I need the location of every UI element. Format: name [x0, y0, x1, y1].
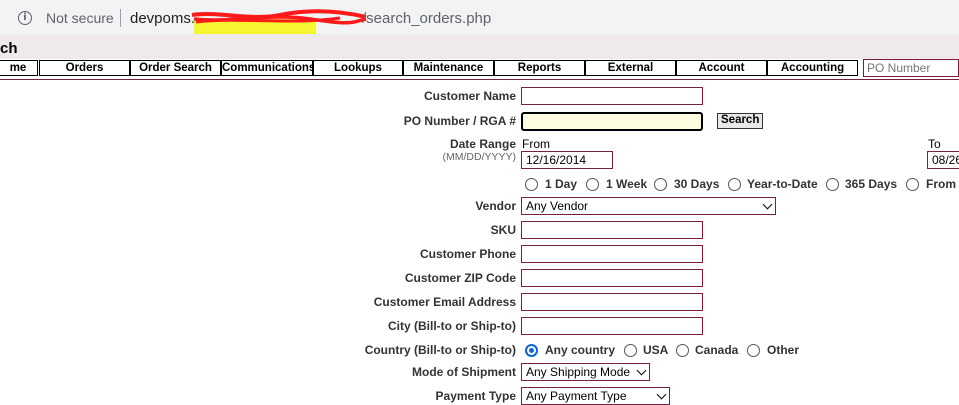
customer-name-label: Customer Name	[423, 89, 516, 103]
customer-zip-label: Customer ZIP Code	[404, 271, 516, 285]
nav-item-reports[interactable]: Reports	[494, 60, 585, 76]
page-header	[0, 34, 959, 59]
range-option-label: 30 Days	[674, 177, 720, 191]
url-host: devpoms.	[130, 10, 196, 27]
country-any-radio[interactable]	[525, 344, 538, 357]
red-redaction-scribble	[191, 9, 367, 25]
browser-toolbar: i Not secure devpoms. /search_orders.php	[0, 0, 959, 41]
payment-type-value: Any Payment Type	[526, 389, 627, 403]
customer-email-input[interactable]	[521, 293, 703, 311]
not-secure-label: Not secure	[46, 10, 114, 26]
country-label: Country (Bill-to or Ship-to)	[364, 343, 516, 357]
country-option-label: Canada	[695, 343, 739, 357]
to-date-input[interactable]: 08/26	[927, 151, 959, 169]
range-1-week-radio[interactable]	[586, 178, 599, 191]
range-option-label: From	[926, 177, 956, 191]
sku-label: SKU	[490, 223, 516, 237]
from-label: From	[522, 137, 550, 151]
range-1-day-radio[interactable]	[525, 178, 538, 191]
info-icon[interactable]: i	[18, 11, 32, 25]
nav-item-orders[interactable]: Orders	[39, 60, 130, 76]
vendor-label: Vendor	[475, 199, 516, 213]
chevron-down-icon	[656, 389, 667, 400]
page-title: ch	[0, 40, 18, 57]
country-canada-radio[interactable]	[676, 344, 689, 357]
date-range-label: Date Range	[449, 137, 516, 151]
po-number-label: PO Number / RGA #	[403, 114, 516, 128]
range-option-label: Year-to-Date	[747, 177, 818, 191]
sku-input[interactable]	[521, 221, 703, 239]
address-bar[interactable]: i Not secure devpoms. /search_orders.php	[4, 3, 959, 41]
nav-po-number-input[interactable]	[863, 59, 959, 77]
payment-type-select[interactable]: Any Payment Type	[521, 387, 670, 405]
shipment-mode-select[interactable]: Any Shipping Mode	[521, 363, 650, 381]
range-option-label: 1 Week	[606, 177, 648, 191]
customer-phone-input[interactable]	[521, 245, 703, 263]
vendor-select[interactable]: Any Vendor	[521, 197, 776, 215]
range-from-radio[interactable]	[906, 178, 919, 191]
chevron-down-icon	[762, 199, 773, 210]
date-format-hint: (MM/DD/YYYY)	[442, 151, 517, 163]
customer-zip-input[interactable]	[521, 269, 703, 287]
customer-phone-label: Customer Phone	[419, 247, 516, 261]
customer-name-input[interactable]	[521, 87, 703, 105]
shipment-mode-label: Mode of Shipment	[412, 365, 516, 379]
nav-item-accounting[interactable]: Accounting	[767, 60, 858, 76]
nav-item-lookups[interactable]: Lookups	[313, 60, 403, 76]
nav-item-external[interactable]: External	[585, 60, 676, 76]
nav-item-communications[interactable]: Communications	[221, 60, 313, 76]
search-button[interactable]: Search	[717, 113, 764, 129]
range-option-label: 365 Days	[845, 177, 898, 191]
nav-item-order-search[interactable]: Order Search	[130, 60, 221, 76]
url-path: /search_orders.php	[362, 10, 492, 27]
range-year-to-date-radio[interactable]	[728, 178, 741, 191]
url-divider	[120, 9, 121, 27]
country-option-label: Other	[767, 343, 800, 357]
po-number-input[interactable]	[521, 112, 703, 131]
from-date-input[interactable]: 12/16/2014	[521, 151, 613, 169]
range-365-days-radio[interactable]	[826, 178, 839, 191]
to-label: To	[928, 137, 941, 151]
nav-item-home[interactable]: me	[0, 60, 38, 76]
nav-divider	[0, 79, 959, 80]
city-input[interactable]	[521, 317, 703, 335]
range-option-label: 1 Day	[545, 177, 578, 191]
country-usa-radio[interactable]	[624, 344, 637, 357]
country-option-label: Any country	[545, 343, 616, 357]
vendor-select-value: Any Vendor	[526, 199, 589, 213]
country-other-radio[interactable]	[747, 344, 760, 357]
nav-item-maintenance[interactable]: Maintenance	[403, 60, 494, 76]
nav-item-account[interactable]: Account	[676, 60, 767, 76]
chevron-down-icon	[636, 365, 647, 376]
city-label: City (Bill-to or Ship-to)	[388, 319, 516, 333]
range-30-days-radio[interactable]	[654, 178, 667, 191]
main-nav: me Orders Order Search Communications Lo…	[0, 59, 959, 79]
country-option-label: USA	[643, 343, 669, 357]
payment-type-label: Payment Type	[435, 389, 516, 403]
shipment-mode-value: Any Shipping Mode	[526, 365, 631, 379]
customer-email-label: Customer Email Address	[373, 295, 516, 309]
